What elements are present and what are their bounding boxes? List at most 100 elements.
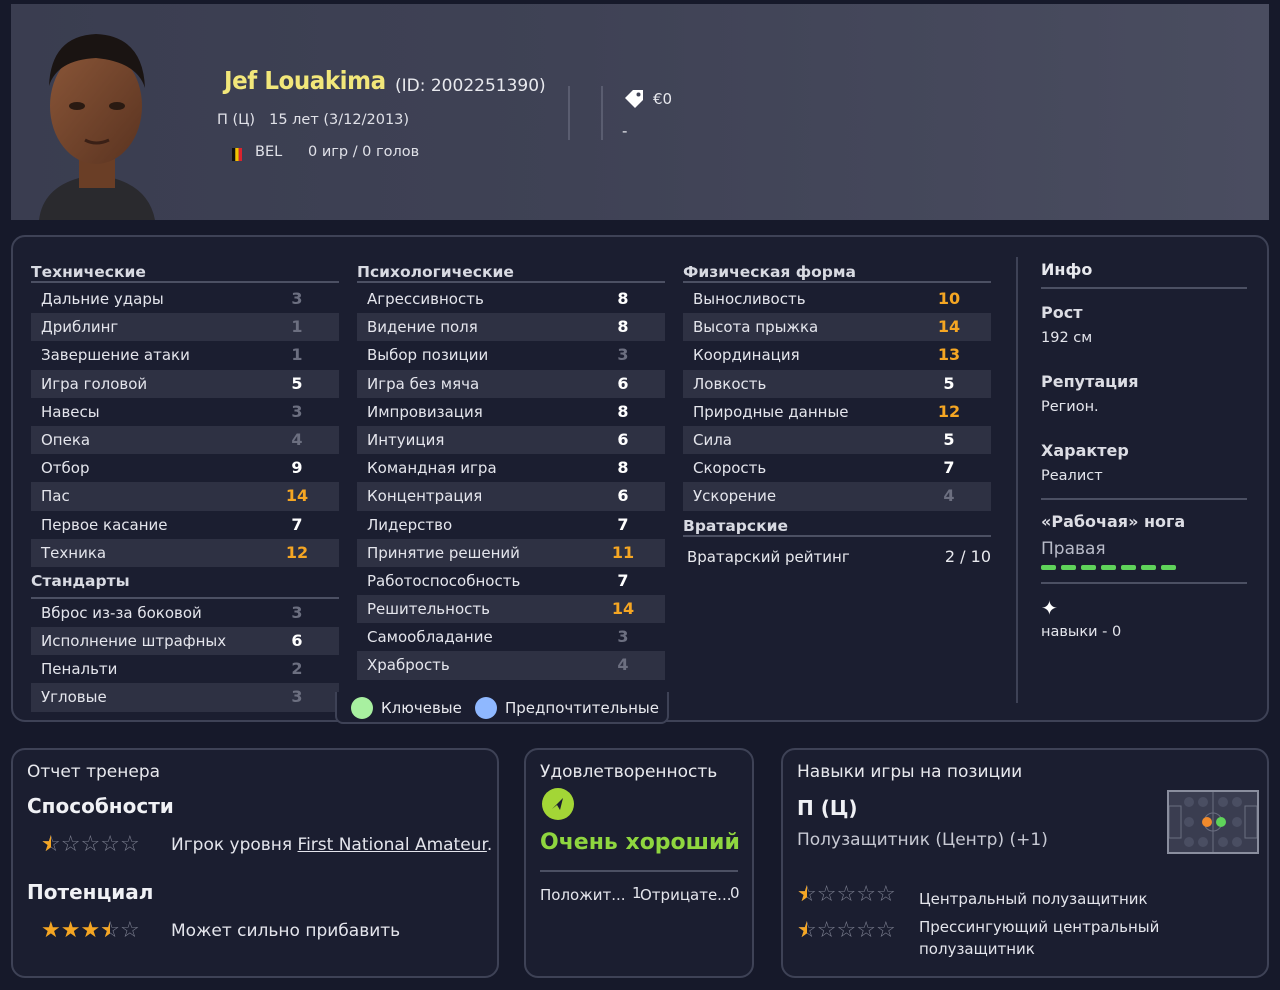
attribute-row[interactable]: Первое касание 7 (31, 511, 339, 539)
attribute-label: Сила (693, 430, 733, 449)
attribute-row[interactable]: Дриблинг 1 (31, 313, 339, 342)
attribute-row[interactable]: Игра без мяча 6 (357, 369, 665, 398)
divider (568, 86, 570, 140)
attribute-row[interactable]: Работоспособность 7 (357, 567, 665, 595)
ability-suffix: . (486, 835, 493, 855)
attribute-row[interactable]: Пенальти 2 (31, 655, 339, 683)
attribute-label: Дриблинг (41, 318, 119, 337)
attribute-value: 10 (937, 289, 961, 308)
potential-stars: ★★★☆★☆ (41, 918, 140, 943)
ability-label: Способности (27, 794, 174, 818)
position-full: Полузащитник (Центр) (+1) (797, 830, 1048, 850)
attribute-value: 8 (617, 317, 629, 337)
attribute-legend: Ключевые Предпочтительные (335, 692, 669, 724)
attribute-row[interactable]: Исполнение штрафных 6 (31, 627, 339, 656)
attribute-value: 3 (291, 602, 303, 622)
height-label: Рост (1041, 303, 1083, 322)
goalkeeping-rating: Вратарский рейтинг 2 / 10 (683, 539, 991, 575)
satisfaction-title: Удовлетворенность (540, 762, 718, 782)
attribute-value: 3 (291, 687, 303, 707)
technical-column: Технические Дальние удары 3 Дриблинг 1 Завер… (31, 257, 339, 712)
attribute-label: Импровизация (367, 402, 483, 421)
attribute-row[interactable]: Угловые 3 (31, 683, 339, 712)
attribute-row[interactable]: Высота прыжка 14 (683, 313, 991, 342)
negative-count: 0 (730, 884, 740, 902)
attribute-row[interactable]: Видение поля 8 (357, 313, 665, 342)
legend-key[interactable]: Ключевые (381, 699, 462, 717)
attribute-row[interactable]: Вброс из-за боковой 3 (31, 599, 339, 627)
attribute-row[interactable]: Техника 12 (31, 538, 339, 567)
positive-label[interactable]: Положит... (540, 886, 626, 904)
attribute-label: Скорость (693, 459, 767, 478)
reputation-value: Регион. (1041, 399, 1099, 415)
attribute-row[interactable]: Навесы 3 (31, 398, 339, 426)
attribute-value: 3 (617, 627, 629, 647)
player-header: Jef Louakima (ID: 2002251390) П (Ц) 15 ле… (11, 4, 1269, 220)
attribute-row[interactable]: Импровизация 8 (357, 398, 665, 426)
attribute-row[interactable]: Скорость 7 (683, 454, 991, 482)
contract-info: - (622, 122, 628, 140)
attribute-row[interactable]: Принятие решений 11 (357, 538, 665, 567)
position-skills-title: Навыки игры на позиции (797, 762, 1023, 782)
height-value: 192 см (1041, 330, 1093, 346)
attribute-label: Игра без мяча (367, 374, 480, 393)
attribute-row[interactable]: Дальние удары 3 (31, 285, 339, 313)
attribute-row[interactable]: Агрессивность 8 (357, 285, 665, 313)
physical-column: Физическая форма Выносливость 10 Высота пр… (683, 257, 991, 575)
attribute-value: 4 (617, 655, 629, 675)
attribute-row[interactable]: Выносливость 10 (683, 285, 991, 313)
info-column: Инфо Рост 192 см Репутация Регион. Харак… (1041, 255, 1247, 640)
attribute-row[interactable]: Ловкость 5 (683, 369, 991, 398)
attribute-label: Принятие решений (367, 543, 520, 562)
attribute-row[interactable]: Завершение атаки 1 (31, 341, 339, 369)
attribute-label: Храбрость (367, 656, 450, 675)
attribute-row[interactable]: Сила 5 (683, 425, 991, 455)
attribute-row[interactable]: Координация 13 (683, 341, 991, 369)
attribute-row[interactable]: Природные данные 12 (683, 398, 991, 426)
games-goals: 0 игр / 0 голов (308, 144, 420, 160)
league-link[interactable]: First National Amateur (298, 835, 487, 855)
attribute-row[interactable]: Игра головой 5 (31, 369, 339, 398)
attribute-row[interactable]: Концентрация 6 (357, 482, 665, 511)
attribute-label: Ловкость (693, 374, 767, 393)
key-dot-icon (351, 697, 373, 719)
legend-preferred[interactable]: Предпочтительные (505, 699, 659, 717)
attribute-row[interactable]: Отбор 9 (31, 454, 339, 482)
nation[interactable]: BEL (255, 144, 282, 160)
attribute-row[interactable]: Командная игра 8 (357, 454, 665, 482)
attribute-label: Отбор (41, 459, 90, 478)
attribute-row[interactable]: Храбрость 4 (357, 651, 665, 680)
role-name: Прессингующий центральный полузащитник (919, 918, 1160, 958)
attribute-value: 6 (291, 631, 303, 651)
attribute-row[interactable]: Самообладание 3 (357, 623, 665, 651)
ability-text: Игрок уровня First National Amateur. (171, 835, 492, 855)
info-title: Инфо (1041, 255, 1247, 289)
attribute-label: Высота прыжка (693, 318, 819, 337)
skills-count[interactable]: навыки - 0 (1041, 624, 1247, 640)
player-name: Jef Louakima (224, 66, 386, 95)
coach-report-card: Отчет тренера Способности ☆★☆☆☆☆ Игрок у… (11, 748, 499, 978)
pitch-map[interactable] (1167, 790, 1259, 854)
attribute-value: 6 (617, 373, 629, 393)
attribute-value: 6 (617, 486, 629, 506)
satisfaction-icon (542, 788, 574, 820)
attribute-row[interactable]: Ускорение 4 (683, 482, 991, 511)
attribute-row[interactable]: Выбор позиции 3 (357, 341, 665, 369)
attribute-label: Исполнение штрафных (41, 632, 227, 651)
attribute-label: Ускорение (693, 487, 777, 506)
attribute-row[interactable]: Пас 14 (31, 482, 339, 511)
set-pieces-title: Стандарты (31, 571, 130, 590)
attribute-row[interactable]: Решительность 14 (357, 595, 665, 624)
attribute-row[interactable]: Интуиция 6 (357, 425, 665, 455)
attribute-value: 11 (611, 542, 635, 562)
role-stars: ☆★☆☆☆☆ (797, 882, 896, 907)
foot-label: «Рабочая» нога (1041, 512, 1186, 531)
divider (540, 870, 738, 872)
attribute-label: Техника (41, 543, 107, 562)
attribute-value: 14 (937, 317, 961, 337)
divider (1041, 498, 1247, 500)
attribute-row[interactable]: Опека 4 (31, 425, 339, 455)
negative-label[interactable]: Отрицате... (640, 886, 732, 904)
attribute-row[interactable]: Лидерство 7 (357, 511, 665, 539)
flag-icon[interactable] (232, 148, 242, 161)
